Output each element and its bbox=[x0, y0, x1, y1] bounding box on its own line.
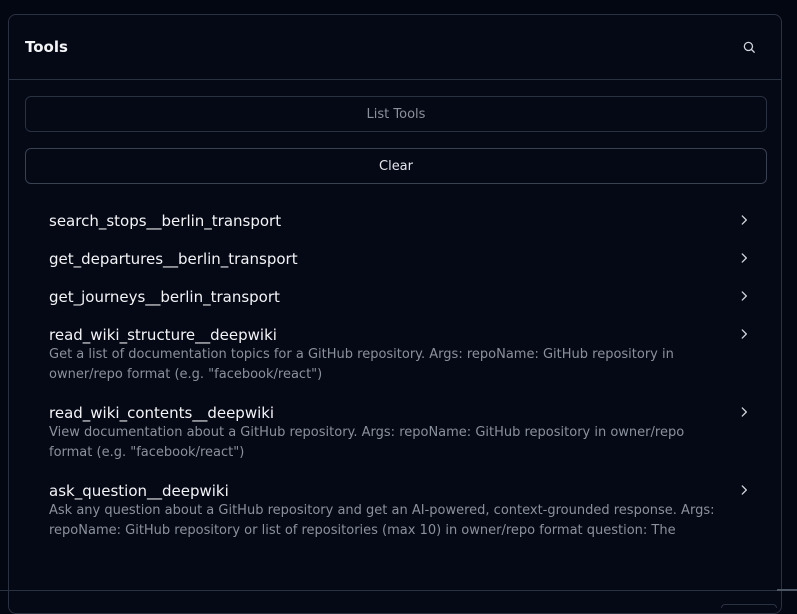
chevron-right-icon bbox=[741, 485, 747, 495]
bottom-divider bbox=[0, 590, 797, 591]
panel-header: Tools bbox=[9, 15, 781, 80]
chevron-right-icon bbox=[741, 253, 747, 263]
tool-item[interactable]: search_stops__berlin_transport bbox=[25, 205, 767, 243]
tool-description: Get a list of documentation topics for a… bbox=[49, 347, 674, 382]
tool-item[interactable]: ask_question__deepwiki Ask any question … bbox=[25, 475, 767, 553]
tool-name: ask_question__deepwiki bbox=[49, 482, 229, 500]
tool-item[interactable]: read_wiki_contents__deepwiki View docume… bbox=[25, 397, 767, 475]
scroll-indicator bbox=[777, 589, 797, 591]
tool-name: read_wiki_contents__deepwiki bbox=[49, 404, 275, 422]
tools-list: search_stops__berlin_transport get_depar… bbox=[25, 205, 767, 553]
tool-item[interactable]: get_journeys__berlin_transport bbox=[25, 281, 767, 319]
chevron-right-icon bbox=[741, 215, 747, 225]
tool-name: read_wiki_structure__deepwiki bbox=[49, 326, 277, 344]
tools-panel: Tools List Tools Clear search_stops__ber… bbox=[8, 14, 782, 614]
tool-description: Ask any question about a GitHub reposito… bbox=[49, 503, 715, 538]
chevron-right-icon bbox=[741, 291, 747, 301]
chevron-right-icon bbox=[741, 329, 747, 339]
bottom-button-edge[interactable] bbox=[721, 604, 777, 608]
clear-button[interactable]: Clear bbox=[25, 148, 767, 184]
tool-description: View documentation about a GitHub reposi… bbox=[49, 425, 685, 460]
tool-name: search_stops__berlin_transport bbox=[49, 212, 282, 230]
tool-name: get_departures__berlin_transport bbox=[49, 250, 298, 268]
tool-item[interactable]: get_departures__berlin_transport bbox=[25, 243, 767, 281]
chevron-right-icon bbox=[741, 407, 747, 417]
tool-name: get_journeys__berlin_transport bbox=[49, 288, 280, 306]
search-icon bbox=[743, 41, 755, 53]
search-button[interactable] bbox=[739, 37, 759, 57]
list-tools-button[interactable]: List Tools bbox=[25, 96, 767, 132]
panel-title: Tools bbox=[25, 38, 68, 56]
tool-item[interactable]: read_wiki_structure__deepwiki Get a list… bbox=[25, 319, 767, 397]
